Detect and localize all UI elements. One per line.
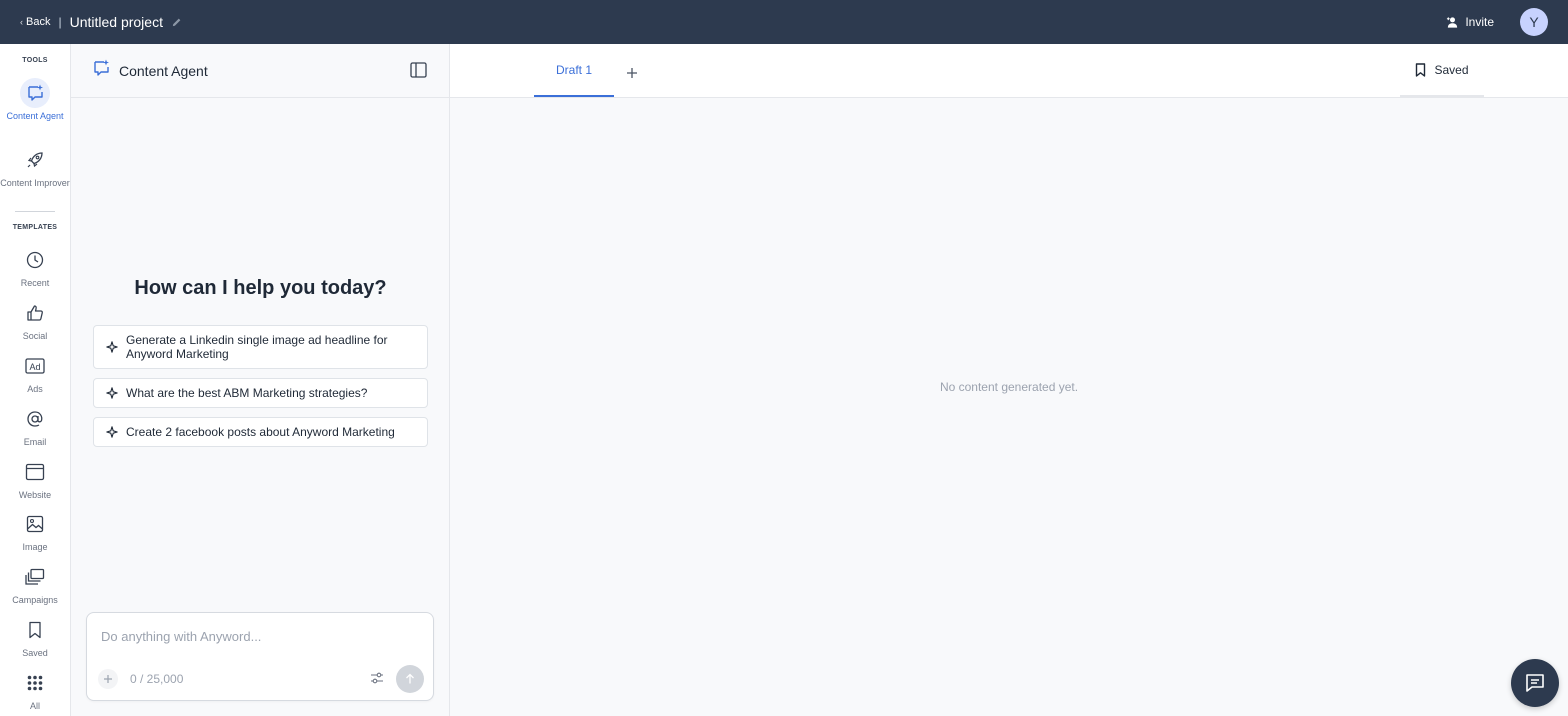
rail-item-campaigns[interactable]: Campaigns: [0, 562, 70, 607]
rail-item-website[interactable]: Website: [0, 457, 70, 502]
at-sign-icon: [20, 404, 50, 434]
support-chat-button[interactable]: [1511, 659, 1559, 707]
clock-icon: [20, 245, 50, 275]
prompt-composer: 0 / 25,000: [86, 612, 434, 701]
thumbs-up-icon: [20, 298, 50, 328]
rail-item-label: Website: [18, 490, 52, 500]
suggestion-chip[interactable]: Create 2 facebook posts about Anyword Ma…: [93, 417, 428, 447]
suggestion-chip[interactable]: What are the best ABM Marketing strategi…: [93, 378, 428, 408]
rail-divider: [15, 211, 55, 212]
invite-button[interactable]: Invite: [1446, 15, 1494, 29]
rail-item-social[interactable]: Social: [0, 298, 70, 343]
agent-greeting: How can I help you today?: [134, 277, 387, 299]
project-title[interactable]: Untitled project: [70, 14, 163, 30]
rail-item-label: Ads: [27, 384, 43, 394]
browser-icon: [20, 457, 50, 487]
avatar[interactable]: Y: [1520, 8, 1548, 36]
chevron-left-icon: ‹: [20, 17, 23, 27]
character-counter: 0 / 25,000: [130, 672, 184, 686]
plus-icon: [104, 675, 112, 683]
rail-item-label: All: [29, 701, 40, 711]
rail-item-image[interactable]: Image: [0, 509, 70, 554]
rail-item-label: Saved: [22, 648, 48, 658]
empty-state-message: No content generated yet.: [939, 380, 1079, 394]
rail-item-content-improver[interactable]: Content Improver: [0, 145, 70, 190]
rail-item-label: Image: [22, 542, 48, 552]
tools-heading: TOOLS: [22, 57, 48, 64]
rail-item-content-agent[interactable]: Content Agent: [0, 78, 70, 123]
arrow-up-icon: [406, 673, 414, 684]
agent-panel-title: Content Agent: [119, 62, 208, 79]
rail-item-ads[interactable]: Ad Ads: [0, 351, 70, 396]
rail-item-saved[interactable]: Saved: [0, 615, 70, 660]
rail-item-recent[interactable]: Recent: [0, 245, 70, 290]
back-label: Back: [26, 16, 51, 28]
suggestion-text: Generate a Linkedin single image ad head…: [126, 333, 388, 361]
svg-text:Ad: Ad: [29, 362, 40, 372]
sparkle-icon: [106, 387, 118, 399]
add-user-icon: [1447, 16, 1458, 28]
chat-icon: [1526, 674, 1544, 692]
sparkle-icon: [106, 426, 118, 438]
rail-item-all[interactable]: All: [0, 668, 70, 713]
content-agent-panel: Content Agent How can I help you today? …: [71, 44, 450, 716]
send-button[interactable]: [396, 665, 424, 693]
title-separator: |: [58, 15, 62, 29]
tab-draft-1[interactable]: Draft 1: [534, 44, 614, 97]
rail-item-email[interactable]: Email: [0, 404, 70, 449]
editor-area: Draft 1 Saved No content generated yet.: [450, 44, 1568, 716]
stack-icon: [20, 562, 50, 592]
invite-label: Invite: [1465, 15, 1494, 29]
rail-item-label: Social: [22, 331, 48, 341]
saved-label: Saved: [1434, 62, 1469, 77]
editor-header: Draft 1 Saved: [450, 44, 1568, 98]
rail-item-label: Recent: [20, 278, 50, 288]
suggestion-text: What are the best ABM Marketing strategi…: [126, 386, 368, 400]
rail-item-label: Content Improver: [0, 178, 70, 188]
add-attachment-button[interactable]: [98, 669, 118, 689]
grid-icon: [20, 668, 50, 698]
content-agent-icon: [91, 58, 111, 83]
bookmark-icon: [20, 615, 50, 645]
content-agent-icon: [20, 78, 50, 108]
agent-panel-header: Content Agent: [71, 44, 449, 98]
image-icon: [20, 509, 50, 539]
back-button[interactable]: ‹ Back: [20, 16, 50, 28]
ad-icon: Ad: [20, 351, 50, 381]
suggestion-text: Create 2 facebook posts about Anyword Ma…: [126, 425, 395, 439]
saved-button[interactable]: Saved: [1400, 44, 1484, 97]
suggestion-chip[interactable]: Generate a Linkedin single image ad head…: [93, 325, 428, 369]
rocket-icon: [20, 145, 50, 175]
sidebar-toggle-icon[interactable]: [410, 62, 427, 83]
bookmark-icon: [1416, 62, 1426, 77]
top-bar: ‹ Back | Untitled project Invite Y: [0, 0, 1568, 44]
rail-item-label: Campaigns: [12, 595, 58, 605]
sliders-icon[interactable]: [370, 671, 384, 690]
left-rail: TOOLS Content Agent Content Improver TEM…: [0, 44, 71, 716]
edit-title-icon[interactable]: [171, 17, 182, 28]
sparkle-icon: [106, 341, 118, 353]
templates-heading: TEMPLATES: [12, 224, 58, 231]
add-tab-icon[interactable]: [626, 66, 638, 84]
prompt-input[interactable]: [101, 629, 411, 644]
rail-item-label: Email: [23, 437, 47, 447]
rail-item-label: Content Agent: [6, 111, 64, 121]
